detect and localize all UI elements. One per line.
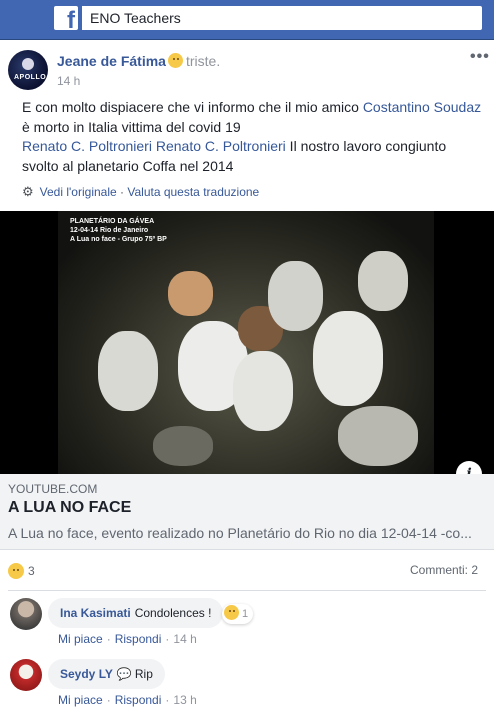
avatar-text: APOLLO: [14, 74, 47, 81]
comments-count[interactable]: Commenti: 2: [410, 563, 478, 577]
link-domain: YOUTUBE.COM: [8, 482, 98, 496]
feeling-text: triste.: [186, 53, 221, 69]
photo-figure: [358, 251, 408, 311]
more-options-icon[interactable]: •••: [470, 48, 490, 66]
reply-link[interactable]: Rispondi: [115, 693, 162, 707]
link-title[interactable]: A LUA NO FACE: [8, 499, 131, 517]
comment-reaction-count: 1: [242, 608, 249, 620]
photo-figure: [233, 351, 293, 431]
facebook-logo-icon[interactable]: f: [54, 6, 78, 30]
photo-figure: [313, 311, 383, 406]
reactions-count: 3: [28, 564, 35, 578]
sad-face-icon: [168, 53, 183, 68]
sad-reaction-icon: [8, 563, 24, 579]
comment-author[interactable]: Seydy LY: [60, 667, 113, 681]
tagged-user-link[interactable]: Renato C. Poltronieri: [156, 138, 286, 154]
gear-icon: ⚙: [22, 184, 34, 199]
post-text-segment: E con molto dispiacere che vi informo ch…: [22, 99, 363, 115]
post-text-line: E con molto dispiacere che vi informo ch…: [22, 98, 484, 118]
post-text-line: è morto in Italia vittima del covid 19: [22, 118, 241, 135]
sad-reaction-icon: [224, 605, 239, 620]
comment-text: Rip: [134, 667, 153, 681]
like-link[interactable]: Mi piace: [58, 632, 103, 646]
like-link[interactable]: Mi piace: [58, 693, 103, 707]
top-bar: f ENO Teachers: [0, 0, 494, 40]
comment-time[interactable]: 14 h: [173, 632, 196, 646]
avatar[interactable]: [10, 659, 42, 691]
photo-figure: [153, 426, 213, 466]
video-caption-line: PLANETÁRIO DA GÁVEA: [70, 218, 155, 225]
translation-bar: ⚙ Vedi l'originale · Valuta questa traduz…: [22, 184, 259, 200]
tagged-user-link[interactable]: Costantino Soudaz: [363, 99, 481, 115]
comment-bubble: Ina Kasimati Condolences !: [48, 598, 224, 628]
comment-time[interactable]: 13 h: [173, 693, 196, 707]
comment-text: Condolences !: [134, 606, 212, 620]
photo-figure: [338, 406, 418, 466]
photo-figure: [268, 261, 323, 331]
divider: [8, 590, 486, 591]
post-card: APOLLO Jeane de Fátima triste. 14 h ••• …: [0, 40, 494, 709]
post-text: E con molto dispiacere che vi informo ch…: [22, 98, 484, 176]
chat-bubble-icon: 💬: [116, 667, 132, 681]
rate-translation-link[interactable]: Valuta questa traduzione: [127, 185, 259, 199]
comment-author[interactable]: Ina Kasimati: [60, 606, 131, 620]
search-input[interactable]: ENO Teachers: [82, 6, 482, 30]
post-timestamp[interactable]: 14 h: [57, 74, 80, 88]
post-text-line: svolto al planetario Coffa nel 2014: [22, 157, 234, 174]
video-thumbnail[interactable]: PLANETÁRIO DA GÁVEA 12-04-14 Rio de Jane…: [0, 211, 494, 474]
video-caption-line: 12-04-14 Rio de Janeiro: [70, 227, 149, 234]
avatar[interactable]: [10, 598, 42, 630]
feeling-label: triste.: [168, 53, 220, 69]
reply-link[interactable]: Rispondi: [115, 632, 162, 646]
comment-actions: Mi piace · Rispondi · 14 h: [58, 632, 197, 646]
post-text-line: Renato C. Poltronieri Renato C. Poltroni…: [22, 137, 484, 157]
post-text-segment: Il nostro lavoro congiunto: [285, 138, 447, 154]
tagged-user-link[interactable]: Renato C. Poltronieri: [22, 138, 152, 154]
comment-reaction-badge[interactable]: 1: [222, 604, 254, 624]
link-preview[interactable]: YOUTUBE.COM A LUA NO FACE A Lua no face,…: [0, 474, 494, 550]
avatar[interactable]: APOLLO: [8, 50, 48, 90]
link-description: A Lua no face, evento realizado no Plane…: [8, 525, 472, 541]
see-original-link[interactable]: Vedi l'originale: [40, 185, 117, 199]
video-caption-line: A Lua no face - Grupo 75º BP: [70, 236, 167, 243]
comment-bubble: Seydy LY 💬 Rip: [48, 659, 165, 689]
moon-icon: [22, 58, 34, 70]
video-caption: PLANETÁRIO DA GÁVEA 12-04-14 Rio de Jane…: [70, 217, 167, 244]
comment-actions: Mi piace · Rispondi · 13 h: [58, 693, 197, 707]
reactions-summary[interactable]: 3: [8, 563, 35, 579]
photo-figure: [168, 271, 213, 316]
post-author[interactable]: Jeane de Fátima: [57, 53, 166, 69]
video-frame: PLANETÁRIO DA GÁVEA 12-04-14 Rio de Jane…: [58, 211, 434, 474]
separator: ·: [120, 185, 125, 199]
photo-figure: [98, 331, 158, 411]
